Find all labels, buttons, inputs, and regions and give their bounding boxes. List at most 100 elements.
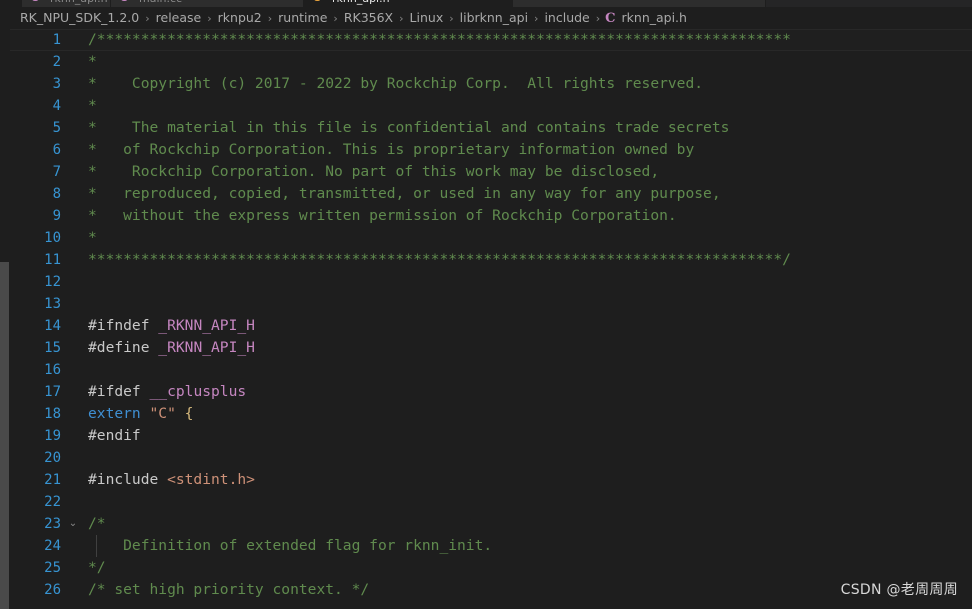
code-line[interactable]: 12 — [10, 271, 972, 293]
code-line[interactable]: 6 * of Rockchip Corporation. This is prop… — [10, 139, 972, 161]
code-line[interactable]: 16 — [10, 359, 972, 381]
editor-tab-label: rknn_api.h — [50, 0, 108, 5]
code-text: /* set high priority context. */ — [88, 579, 369, 601]
code-line[interactable]: 11 **************************************… — [10, 249, 972, 271]
breadcrumb-item[interactable]: RK_NPU_SDK_1.2.0 — [19, 10, 140, 25]
code-line[interactable]: 23 ⌄ /* — [10, 513, 972, 535]
csdn-watermark: CSDN @老周周周 — [840, 582, 958, 598]
code-line[interactable]: 22 — [10, 491, 972, 513]
line-number: 8 — [52, 186, 61, 202]
line-number: 25 — [44, 560, 61, 576]
cpp-file-icon: C — [120, 0, 127, 4]
code-text: #define _RKNN_API_H — [88, 337, 255, 359]
code-token: #ifndef — [88, 317, 159, 334]
code-line[interactable]: 20 — [10, 447, 972, 469]
line-number: 19 — [44, 428, 61, 444]
code-line[interactable]: 18 extern "C" { — [10, 403, 972, 425]
code-line[interactable]: 4 * — [10, 95, 972, 117]
line-number: 13 — [44, 296, 61, 312]
code-line[interactable]: 5 * The material in this file is confiden… — [10, 117, 972, 139]
line-number: 17 — [44, 384, 61, 400]
breadcrumb-item[interactable]: librknn_api — [459, 10, 529, 25]
breadcrumb-separator-icon: › — [534, 12, 539, 25]
line-number: 6 — [52, 142, 61, 158]
line-number: 3 — [52, 76, 61, 92]
code-text: * of Rockchip Corporation. This is propr… — [88, 139, 694, 161]
code-token: __cplusplus — [149, 383, 247, 400]
code-token: * — [88, 97, 97, 114]
breadcrumb-item[interactable]: include — [543, 10, 590, 25]
c-file-icon: C — [313, 0, 320, 4]
breadcrumb-item[interactable]: rknpu2 — [217, 10, 263, 25]
code-text: * — [88, 51, 97, 73]
breadcrumb-separator-icon: › — [333, 12, 338, 25]
code-editor[interactable]: 1/**************************************… — [10, 29, 972, 609]
code-line[interactable]: 21 #include <stdint.h> — [10, 469, 972, 491]
code-text: * Rockchip Corporation. No part of this … — [88, 161, 659, 183]
fold-chevron-icon[interactable]: ⌄ — [66, 513, 80, 535]
code-text: /***************************************… — [88, 30, 791, 50]
code-token: #include — [88, 471, 168, 488]
code-line[interactable]: 17 #ifdef __cplusplus — [10, 381, 972, 403]
code-lines[interactable]: 1/**************************************… — [10, 29, 972, 601]
line-number: 9 — [52, 208, 61, 224]
line-number: 14 — [44, 318, 61, 334]
code-token: Definition of extended flag for rknn_ini… — [88, 537, 493, 554]
line-number: 1 — [52, 32, 61, 48]
line-number: 16 — [44, 362, 61, 378]
code-line[interactable]: 7 * Rockchip Corporation. No part of this… — [10, 161, 972, 183]
code-line[interactable]: 24 Definition of extended flag for rknn_… — [10, 535, 972, 557]
code-line[interactable]: 3 * Copyright (c) 2017 - 2022 by Rockchip… — [10, 73, 972, 95]
code-line[interactable]: 19 #endif — [10, 425, 972, 447]
code-token: * without the express written permission… — [88, 207, 677, 224]
line-number: 26 — [44, 582, 61, 598]
code-token: ****************************************… — [88, 251, 791, 268]
line-number: 5 — [52, 120, 61, 136]
code-line[interactable]: 2 * — [10, 51, 972, 73]
code-text: #endif — [88, 425, 141, 447]
code-line[interactable]: 8 * reproduced, copied, transmitted, or u… — [10, 183, 972, 205]
editor-scrollbar-rail[interactable] — [0, 29, 9, 609]
editor-tab[interactable]: Crknn_api.h — [22, 0, 111, 7]
code-line[interactable]: 26 /* set high priority context. */ — [10, 579, 972, 601]
breadcrumb-item[interactable]: Linux — [409, 10, 445, 25]
code-token: #define — [88, 339, 159, 356]
code-token: * of Rockchip Corporation. This is propr… — [88, 141, 695, 158]
editor-tab[interactable]: Cmain.cc — [111, 0, 304, 7]
code-token: #ifdef — [88, 383, 150, 400]
code-line[interactable]: 13 — [10, 293, 972, 315]
code-token: { — [184, 405, 194, 422]
code-line[interactable]: 9 * without the express written permissio… — [10, 205, 972, 227]
breadcrumb-separator-icon: › — [267, 12, 273, 25]
code-token: /***************************************… — [88, 31, 791, 48]
code-text: #ifdef __cplusplus — [88, 381, 246, 403]
code-text: /* — [88, 513, 106, 535]
code-token: #endif — [88, 427, 141, 444]
code-line[interactable]: 1 /**************************************… — [10, 29, 972, 51]
breadcrumb-item[interactable]: RK356X — [343, 10, 394, 25]
line-number: 15 — [44, 340, 61, 356]
editor-scrollbar-thumb[interactable] — [0, 262, 9, 609]
line-number: 4 — [52, 98, 61, 114]
code-token: /* set high priority context. */ — [88, 581, 370, 598]
line-number: 20 — [44, 450, 61, 466]
code-text: #ifndef _RKNN_API_H — [88, 315, 255, 337]
code-token: _RKNN_API_H — [158, 317, 255, 334]
line-number: 10 — [44, 230, 61, 246]
line-number: 7 — [52, 164, 61, 180]
code-token: * — [88, 53, 97, 70]
code-token: * The material in this file is confident… — [88, 119, 730, 136]
breadcrumb-file-name[interactable]: rknn_api.h — [621, 10, 688, 25]
editor-tab[interactable]: Crknn_api.h — [304, 0, 513, 7]
code-token: "C" — [149, 405, 176, 422]
code-text: ****************************************… — [88, 249, 791, 271]
breadcrumb-item[interactable]: release — [155, 10, 203, 25]
code-line[interactable]: 14 #ifndef _RKNN_API_H — [10, 315, 972, 337]
line-number: 2 — [52, 54, 61, 70]
code-line[interactable]: 25 */ — [10, 557, 972, 579]
code-line[interactable]: 10 * — [10, 227, 972, 249]
breadcrumb-item[interactable]: runtime — [277, 10, 328, 25]
code-line[interactable]: 15 #define _RKNN_API_H — [10, 337, 972, 359]
editor-tab[interactable] — [513, 0, 766, 7]
